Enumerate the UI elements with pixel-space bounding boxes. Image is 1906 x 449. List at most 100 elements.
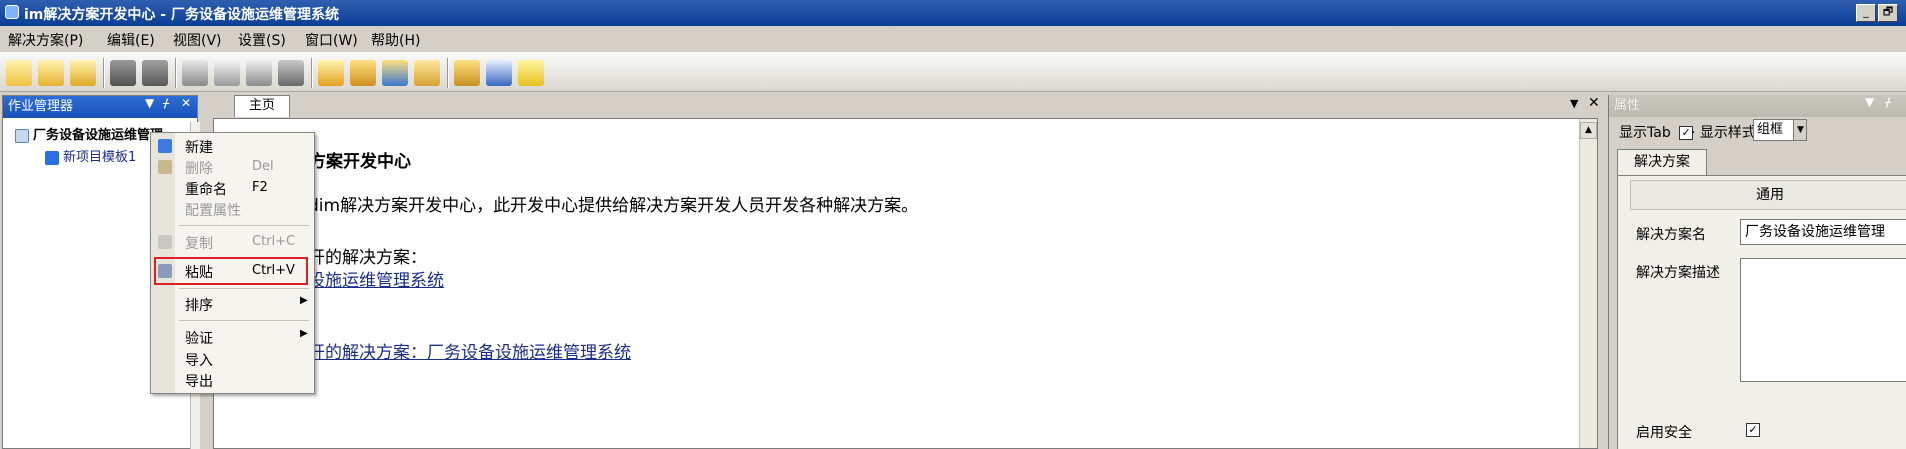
edit-icon[interactable] bbox=[318, 60, 344, 86]
menu-view[interactable]: 视图(V) bbox=[173, 30, 222, 50]
window-title: im解决方案开发中心 - 厂务设备设施运维管理系统 bbox=[24, 7, 339, 23]
menu-item-label: 新建 bbox=[185, 140, 213, 156]
paste-icon[interactable] bbox=[246, 60, 272, 86]
close-icon[interactable]: ✕ bbox=[181, 96, 191, 110]
edit-folder-icon[interactable] bbox=[70, 60, 96, 86]
tab-home[interactable]: 主页 bbox=[234, 95, 290, 117]
menu-item-sort[interactable]: 排序 ▶ bbox=[151, 294, 314, 314]
copy-icon[interactable] bbox=[214, 60, 240, 86]
close-tab-icon[interactable]: ✕ bbox=[1588, 95, 1600, 111]
show-style-value: 组框 bbox=[1757, 122, 1784, 137]
save-icon[interactable] bbox=[110, 60, 136, 86]
properties-panel: 属性 ▼ ᚋ 显示Tab ✓ · 显示样式 组框 ▼ 解决方案 通用 解决方案名… bbox=[1608, 95, 1906, 449]
menu-solution[interactable]: 解决方案(P) bbox=[8, 30, 83, 50]
title-bar: im解决方案开发中心 - 厂务设备设施运维管理系统 _ 🗗 bbox=[0, 0, 1906, 26]
menu-item-label: 排序 bbox=[185, 298, 213, 314]
menu-item-label: 验证 bbox=[185, 331, 213, 347]
menu-item-rename[interactable]: 重命名 F2 bbox=[151, 178, 314, 198]
new-icon bbox=[158, 139, 172, 153]
delete-icon[interactable] bbox=[278, 60, 304, 86]
menu-item-copy[interactable]: 复制 Ctrl+C bbox=[151, 232, 314, 252]
menu-item-new[interactable]: 新建 bbox=[151, 136, 314, 156]
tab-list-icon[interactable]: ▼ bbox=[1570, 97, 1578, 110]
recent-solution-link[interactable]: 设施运维管理系统 bbox=[308, 266, 444, 291]
new-solution-icon[interactable] bbox=[6, 60, 32, 86]
show-tab-option: 显示Tab ✓ bbox=[1619, 122, 1694, 142]
menu-help[interactable]: 帮助(H) bbox=[371, 30, 420, 50]
submenu-arrow-icon: ▶ bbox=[300, 328, 308, 339]
cut-icon[interactable] bbox=[182, 60, 208, 86]
gear-icon bbox=[15, 128, 29, 143]
save-all-icon[interactable] bbox=[142, 60, 168, 86]
submenu-arrow-icon: ▶ bbox=[300, 295, 308, 306]
panel-dropdown-icon[interactable]: ▼ bbox=[145, 96, 154, 110]
intro-text: dim解决方案开发中心，此开发中心提供给解决方案开发人员开发各种解决方案。 bbox=[308, 196, 919, 216]
toolbar bbox=[0, 52, 1906, 92]
menu-item-label: 导入 bbox=[185, 353, 213, 369]
context-menu: 新建 删除 Del 重命名 F2 配置属性 复制 Ctrl+C 粘贴 Ctrl+… bbox=[150, 132, 315, 394]
restore-button[interactable]: 🗗 bbox=[1878, 4, 1898, 22]
tree-root-label: 厂务设备设施运维管理 bbox=[33, 128, 164, 143]
open-folder-icon[interactable] bbox=[38, 60, 64, 86]
pin-icon[interactable]: ᚋ bbox=[1885, 95, 1891, 109]
menu-settings[interactable]: 设置(S) bbox=[238, 30, 286, 50]
menu-item-shortcut: Del bbox=[252, 159, 274, 174]
show-style-select[interactable]: 组框 ▼ bbox=[1753, 119, 1807, 141]
highlight-box bbox=[154, 257, 308, 285]
menu-separator bbox=[179, 225, 309, 226]
toolbar-separator bbox=[311, 58, 313, 88]
menu-item-label: 导出 bbox=[185, 374, 213, 390]
toolbar-separator bbox=[447, 58, 449, 88]
description-label: 解决方案描述 bbox=[1636, 265, 1720, 281]
security-checkbox[interactable]: ✓ bbox=[1746, 423, 1760, 437]
solution-description-field[interactable] bbox=[1740, 258, 1906, 382]
upload-icon[interactable] bbox=[382, 60, 408, 86]
menu-bar: 解决方案(P) 编辑(E) 视图(V) 设置(S) 窗口(W) 帮助(H) bbox=[0, 26, 1906, 52]
validate-icon[interactable] bbox=[486, 60, 512, 86]
last-solution-link[interactable]: 开的解决方案：厂务设备设施运维管理系统 bbox=[308, 338, 631, 363]
panel-title: 属性 bbox=[1609, 95, 1906, 117]
notes-icon[interactable] bbox=[518, 60, 544, 86]
menu-item-import[interactable]: 导入 bbox=[151, 349, 314, 369]
toolbar-separator bbox=[103, 58, 105, 88]
show-tab-label: 显示Tab bbox=[1619, 125, 1671, 141]
tab-solution[interactable]: 解决方案 bbox=[1617, 149, 1707, 175]
recent-heading: 开的解决方案： bbox=[308, 248, 427, 268]
menu-item-validate[interactable]: 验证 ▶ bbox=[151, 327, 314, 347]
printer-icon[interactable] bbox=[414, 60, 440, 86]
menu-item-configure[interactable]: 配置属性 bbox=[151, 199, 314, 219]
property-grid: 通用 解决方案名 厂务设备设施运维管理 解决方案描述 启用安全 ✓ bbox=[1617, 175, 1906, 449]
copy-icon bbox=[158, 235, 172, 249]
menu-item-export[interactable]: 导出 bbox=[151, 370, 314, 390]
menu-item-label: 重命名 bbox=[185, 182, 227, 198]
minimize-button[interactable]: _ bbox=[1856, 4, 1876, 22]
toolbar-separator bbox=[175, 58, 177, 88]
security-label: 启用安全 bbox=[1636, 425, 1692, 441]
app-icon bbox=[5, 5, 19, 19]
scroll-up-icon[interactable]: ▲ bbox=[1580, 122, 1597, 139]
deploy-icon[interactable] bbox=[454, 60, 480, 86]
menu-window[interactable]: 窗口(W) bbox=[305, 30, 358, 50]
pin-icon[interactable]: ᚋ bbox=[163, 96, 169, 110]
tree-child-label: 新项目模板1 bbox=[63, 150, 137, 165]
delete-icon bbox=[158, 160, 172, 174]
home-page: 方案开发中心 dim解决方案开发中心，此开发中心提供给解决方案开发人员开发各种解… bbox=[213, 118, 1598, 449]
show-style-label: · 显示样式 bbox=[1691, 125, 1756, 141]
menu-item-delete[interactable]: 删除 Del bbox=[151, 157, 314, 177]
menu-separator bbox=[179, 288, 309, 289]
tree-child-node[interactable]: 新项目模板1 bbox=[45, 146, 136, 165]
group-general: 通用 bbox=[1630, 180, 1906, 210]
menu-item-label: 删除 bbox=[185, 161, 213, 177]
page-title: 方案开发中心 bbox=[309, 152, 411, 172]
bridge-icon[interactable] bbox=[350, 60, 376, 86]
solution-name-field[interactable]: 厂务设备设施运维管理 bbox=[1740, 219, 1906, 245]
menu-item-shortcut: Ctrl+C bbox=[252, 234, 296, 249]
name-label: 解决方案名 bbox=[1636, 227, 1706, 243]
tree-root-node[interactable]: 厂务设备设施运维管理 bbox=[15, 124, 163, 143]
menu-edit[interactable]: 编辑(E) bbox=[107, 30, 155, 50]
chevron-down-icon[interactable]: ▼ bbox=[1793, 120, 1806, 140]
panel-dropdown-icon[interactable]: ▼ bbox=[1865, 95, 1874, 109]
main-scrollbar[interactable]: ▲ bbox=[1579, 119, 1597, 448]
menu-item-label: 配置属性 bbox=[185, 203, 241, 219]
project-icon bbox=[45, 150, 59, 165]
